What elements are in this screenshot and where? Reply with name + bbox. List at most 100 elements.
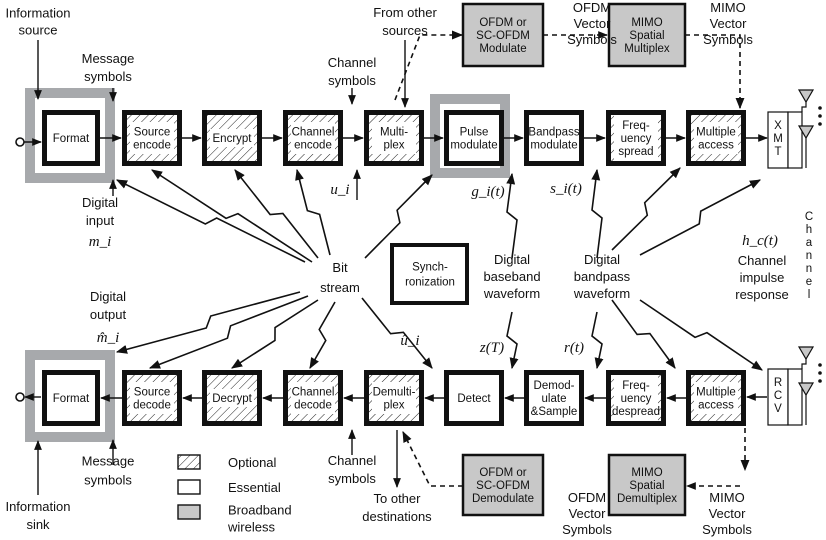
block-label-line: Demodulate xyxy=(472,493,534,505)
block-label: Detect xyxy=(457,393,491,405)
channel-impulse-response-label-line: impulse xyxy=(740,270,785,285)
digital-bandpass-waveform-label-line: waveform xyxy=(573,286,630,301)
ofdm-vector-symbols-label-top: OFDM Vector Symbols xyxy=(567,0,617,47)
tx-frequencyspread-block[interactable]: Freq-uency spread xyxy=(606,110,666,166)
digital-bandpass-waveform-label-line: Digital xyxy=(584,252,620,267)
legend-swatch xyxy=(177,479,201,495)
tx-channelencode-block[interactable]: Channel encode xyxy=(283,110,343,166)
synchronization-block[interactable]: Synch-ronization xyxy=(390,243,469,305)
mimo-vector-symbols-label-top-line: Vector xyxy=(710,16,748,31)
block-label-line: Multi- xyxy=(380,127,408,139)
block-label-line: MIMO xyxy=(631,467,662,479)
s-i-label: s_i(t) xyxy=(550,181,582,197)
tx-format-block[interactable]: Format xyxy=(42,110,100,166)
legend-label: Optional xyxy=(228,455,277,470)
tx-pulsemodulate-block[interactable]: Pulse modulate xyxy=(444,110,504,166)
channel-impulse-response-label: Channel impulse response xyxy=(735,253,788,302)
bit-stream-arrow xyxy=(295,168,331,256)
tx-encrypt-block[interactable]: Encrypt xyxy=(202,110,262,166)
rx-detect-block[interactable]: Detect xyxy=(444,370,504,426)
to-other-destinations-label-line: destinations xyxy=(362,509,432,524)
block-label-line: Channel xyxy=(292,387,335,399)
unit-letter: M xyxy=(773,133,783,145)
channel-symbols-label-bottom-line: Channel xyxy=(328,453,377,468)
ofdm-vector-symbols-label-bottom-line: OFDM xyxy=(568,490,606,505)
block-label: OFDM or SC-OFDM Modulate xyxy=(476,17,530,55)
rx-demodulatesample-block[interactable]: Demod-ulate &Sample xyxy=(524,370,584,426)
block-label-line: decode xyxy=(294,400,332,412)
block-label-line: Source xyxy=(134,387,170,399)
block-label: Format xyxy=(53,133,90,145)
bit-stream-arrow xyxy=(148,295,309,369)
block-label-line: Multiple xyxy=(696,127,736,139)
block-label-line: SC-OFDM xyxy=(476,480,530,492)
block-label-line: MIMO xyxy=(631,17,662,29)
information-source-label: Information source xyxy=(5,6,70,38)
tx-multipleaccess-block[interactable]: Multiple access xyxy=(686,110,746,166)
u-i-label: u_i xyxy=(330,182,349,198)
block-label-line: access xyxy=(698,400,734,412)
legend-item-broadband: Broadband wireless xyxy=(177,503,292,535)
ofdm-vector-symbols-label-bottom: OFDM Vector Symbols xyxy=(562,490,612,537)
block-label-line: plex xyxy=(383,400,404,412)
block-label-line: Pulse xyxy=(460,127,489,139)
block-label-line: Format xyxy=(53,393,90,405)
block-label-line: Demultiplex xyxy=(617,493,677,505)
block-label-line: Multiplex xyxy=(624,43,670,55)
block-label: Multiple access xyxy=(696,387,736,412)
block-label-line: uency xyxy=(621,393,652,405)
information-sink-label: Information sink xyxy=(5,499,70,532)
block-label-line: ronization xyxy=(405,277,455,289)
rx-sourcedecode-block[interactable]: Source decode xyxy=(122,370,182,426)
bandpass-waveform-arrow xyxy=(639,299,763,371)
rx-format-block[interactable]: Format xyxy=(42,370,100,426)
block-label-line: OFDM or xyxy=(479,17,526,29)
channel-symbols-label-bottom-line: symbols xyxy=(328,471,376,486)
bit-stream-label-line: Bit xyxy=(332,260,348,275)
bit-stream-label-line: stream xyxy=(320,280,360,295)
block-label: Multiple access xyxy=(696,127,736,152)
unit-letter: R xyxy=(774,377,782,389)
mimo-spatial-demultiplex-block[interactable]: MIMO Spatial Demultiplex xyxy=(607,453,687,517)
digital-input-label-line: input xyxy=(86,213,115,228)
rx-decrypt-block[interactable]: Decrypt xyxy=(202,370,262,426)
block-label-line: uency xyxy=(621,133,652,145)
ofdm-modulate-block[interactable]: OFDM or SC-OFDM Modulate xyxy=(461,2,545,68)
ofdm-vector-symbols-label-top-line: OFDM xyxy=(573,0,611,15)
rx-multipleaccess-block[interactable]: Multiple access xyxy=(686,370,746,426)
ofdm-demodulate-block[interactable]: OFDM or SC-OFDM Demodulate xyxy=(461,453,545,517)
block-label: Channel decode xyxy=(292,387,335,412)
more-antennas-dot xyxy=(818,371,822,375)
rx-demultiplex-block[interactable]: Demulti-plex xyxy=(364,370,424,426)
block-frame xyxy=(390,243,469,305)
legend-label: Essential xyxy=(228,480,281,495)
from-other-sources-label-line: From other xyxy=(373,5,437,20)
h-c-label: h_c(t) xyxy=(742,233,778,249)
channel-vertical-letter: a xyxy=(806,237,813,249)
digital-output-label-line: output xyxy=(90,307,127,322)
block-label-line: &Sample xyxy=(531,406,578,418)
block-label-line: Demulti- xyxy=(373,387,416,399)
block-label: Multi-plex xyxy=(380,127,408,152)
digital-baseband-waveform-label: Digital baseband waveform xyxy=(483,252,541,301)
input-terminal xyxy=(15,137,25,147)
tx-multiplex-block[interactable]: Multi-plex xyxy=(364,110,424,166)
block-label-line: Bandpass xyxy=(528,127,579,139)
tx-bandpassmodulate-block[interactable]: Bandpass modulate xyxy=(524,110,584,166)
information-sink-label-line: Information xyxy=(5,499,70,514)
rx-frequencydespread-block[interactable]: Freq-uency despread xyxy=(606,370,666,426)
g-i-label: g_i(t) xyxy=(471,184,504,200)
legend-swatch xyxy=(177,504,201,520)
bandpass-waveform-arrow xyxy=(591,168,603,259)
tx-sourceencode-block[interactable]: Source encode xyxy=(122,110,182,166)
block-label: Channel encode xyxy=(292,127,335,152)
channel-vertical-letter: l xyxy=(808,289,811,301)
block-label-line: Encrypt xyxy=(213,133,253,145)
bandpass-waveform-arrow xyxy=(611,299,676,369)
mimo-spatial-multiplex-block[interactable]: MIMO Spatial Multiplex xyxy=(607,2,687,68)
antenna-icon xyxy=(797,346,815,361)
rx-channeldecode-block[interactable]: Channel decode xyxy=(283,370,343,426)
mimo-vector-symbols-label-bottom-line: MIMO xyxy=(709,490,744,505)
digital-output-label-line: Digital xyxy=(90,289,126,304)
block-label-line: ulate xyxy=(542,393,567,405)
